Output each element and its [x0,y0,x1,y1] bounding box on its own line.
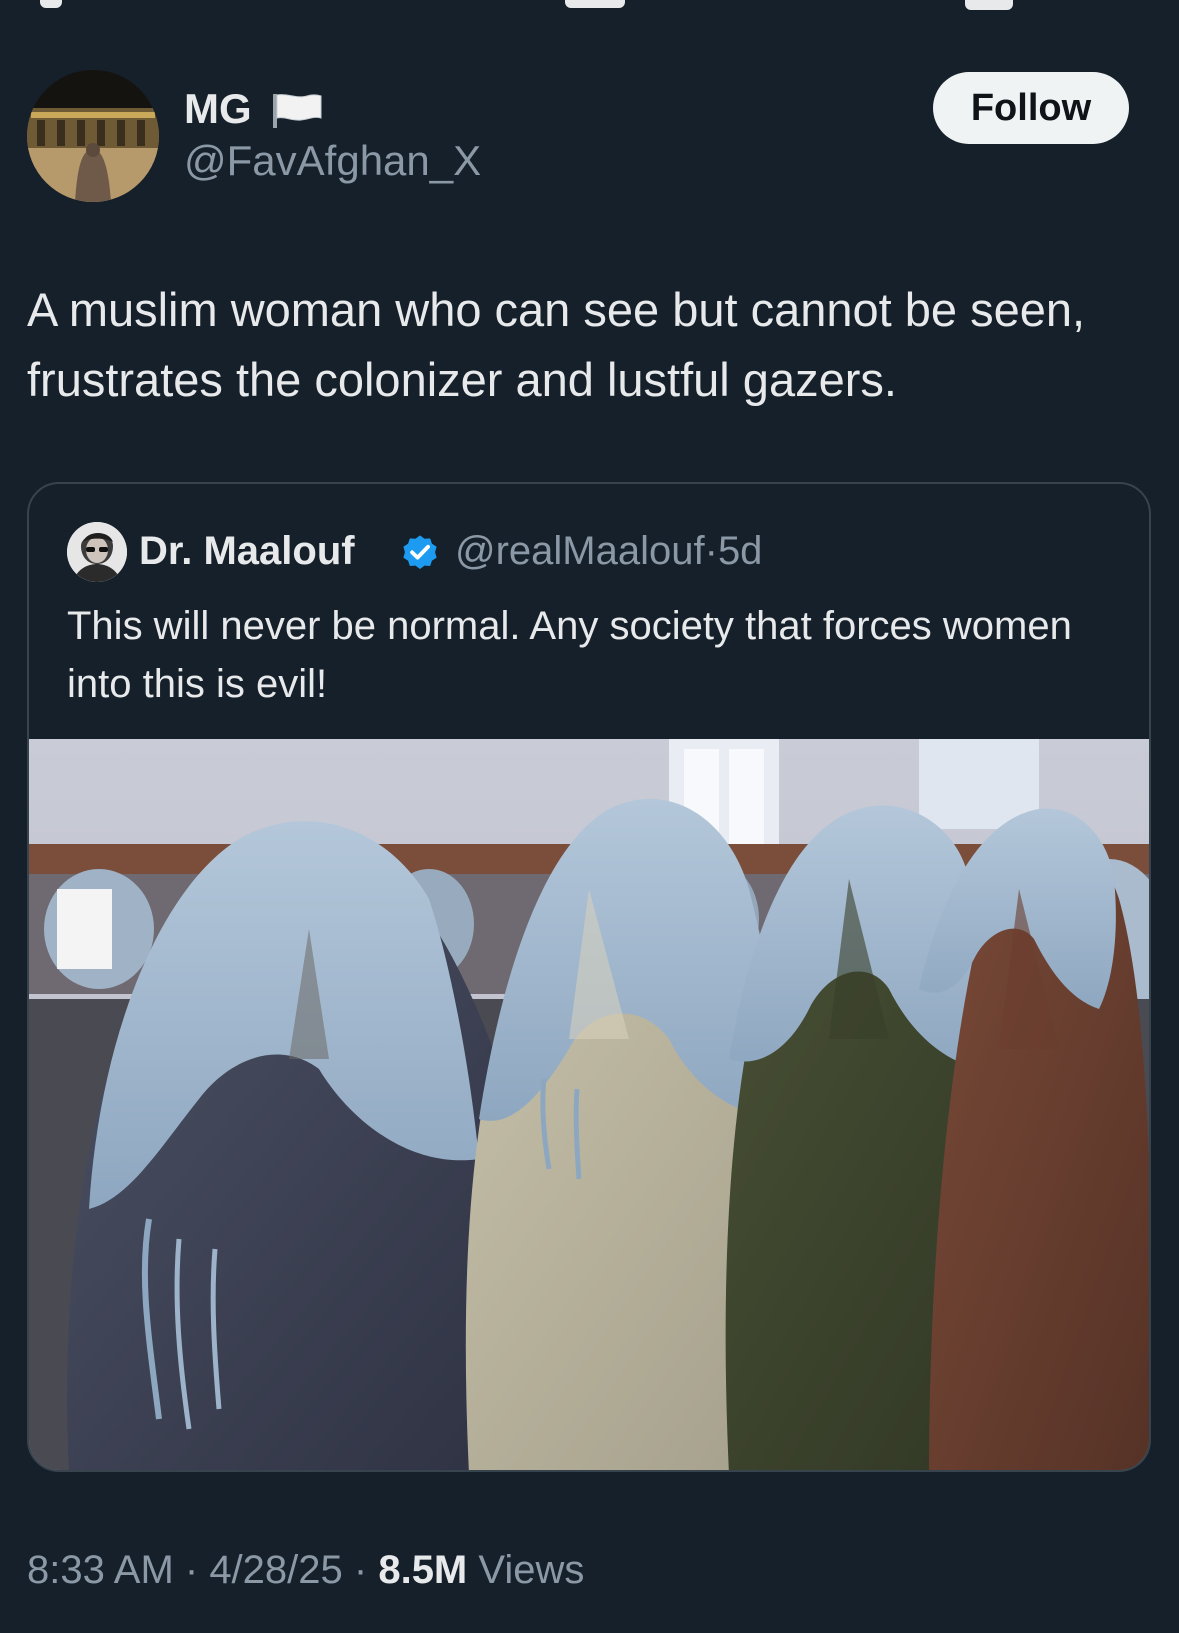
quoted-avatar-photo [67,522,127,582]
quoted-post-age[interactable]: 5d [718,529,763,573]
post-date[interactable]: 4/28/25 [209,1548,342,1592]
quoted-author-handle[interactable]: @realMaalouf [455,529,705,573]
quoted-post-card[interactable]: Dr. Maalouf @realMaalouf·5d This will ne… [27,482,1151,1472]
more-dots-icon[interactable] [565,0,625,8]
reply-icon[interactable] [965,0,1013,10]
verified-badge-icon [403,535,437,569]
views-count[interactable]: 8.5M [378,1548,467,1592]
quoted-author-avatar[interactable] [67,522,127,582]
follow-button[interactable]: Follow [933,72,1129,144]
quoted-author-meta: @realMaalouf·5d [455,526,762,576]
post-footer: 8:33 AM · 4/28/25 · 8.5M Views [27,1545,584,1595]
back-arrow-icon[interactable] [40,0,62,8]
white-flag-icon [273,94,322,128]
quoted-post-photo[interactable] [29,739,1151,1472]
footer-separator: · [342,1548,379,1592]
views-label: Views [478,1548,585,1592]
author-avatar[interactable] [27,70,159,202]
author-display-name[interactable]: MG [184,84,252,134]
quoted-author-name[interactable]: Dr. Maalouf [139,526,355,576]
meta-separator: · [704,529,718,573]
post-time[interactable]: 8:33 AM [27,1548,174,1592]
status-bar-remnant [0,0,1179,12]
quoted-post-text: This will never be normal. Any society t… [67,604,1072,706]
footer-separator: · [173,1548,210,1592]
avatar-photo [27,70,159,202]
post-text: A muslim woman who can see but cannot be… [27,283,1086,406]
author-handle[interactable]: @FavAfghan_X [184,136,481,186]
